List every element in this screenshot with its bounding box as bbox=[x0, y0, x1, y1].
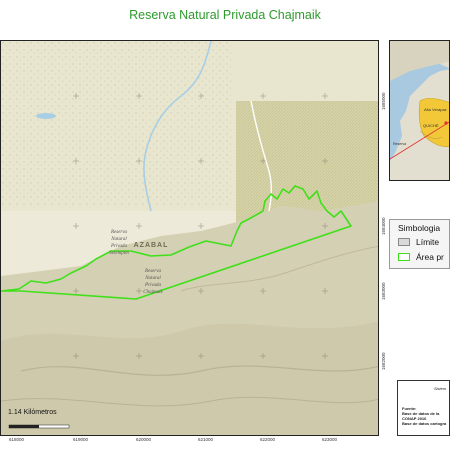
location-marker-icon bbox=[444, 121, 448, 125]
legend-item-label: Área pr bbox=[416, 252, 444, 262]
legend-item: Área pr bbox=[398, 252, 444, 262]
legend-item: Límite bbox=[398, 237, 439, 247]
x-tick-label: 621000 bbox=[198, 437, 214, 442]
scale-bar bbox=[8, 424, 70, 429]
inset-label: QUICHÉ bbox=[423, 123, 439, 128]
label-chajmaik-line: Reserva bbox=[144, 269, 162, 274]
info-source: Fuente: Base de datos de la CONAP 2016 B… bbox=[402, 406, 446, 426]
label-chajmaik-line: Privada bbox=[144, 283, 162, 288]
inset-svg: Alta Verapaz QUICHÉ Reserva bbox=[390, 41, 449, 180]
legend-swatch-area bbox=[398, 253, 410, 261]
main-map[interactable]: Reserva Natural Privada Selempim Reserva… bbox=[0, 40, 379, 436]
label-chajmaik-line: Chajmaik bbox=[143, 290, 163, 295]
legend-title: Simbologia bbox=[398, 223, 441, 233]
inset-label: Alta Verapaz bbox=[424, 107, 447, 112]
x-tick-label: 623000 bbox=[322, 437, 338, 442]
wetland-texture bbox=[1, 41, 231, 206]
y-tick-label: 1683000 bbox=[381, 282, 386, 300]
map-svg: Reserva Natural Privada Selempim Reserva… bbox=[1, 41, 378, 435]
legend-swatch-limit bbox=[398, 238, 410, 246]
inset-marker-label: Reserva bbox=[393, 142, 406, 146]
y-tick-label: 1682000 bbox=[381, 352, 386, 370]
label-azabal: AZABAL bbox=[134, 242, 169, 249]
x-tick-label: 618000 bbox=[9, 437, 25, 442]
x-tick-label: 619000 bbox=[73, 437, 89, 442]
label-chajmaik-line: Natural bbox=[144, 276, 161, 281]
label-selempim-line: Reserva bbox=[110, 230, 128, 235]
y-tick-label: 1684000 bbox=[381, 217, 386, 235]
legend: Simbologia Límite Área pr bbox=[389, 219, 450, 269]
info-heading: Sistem bbox=[434, 386, 447, 391]
label-selempim-line: Privada bbox=[110, 244, 128, 249]
legend-item-label: Límite bbox=[416, 237, 440, 247]
scale-label: 1.14 Kilómetros bbox=[8, 409, 57, 416]
info-box: Sistem Fuente: Base de datos de la CONAP… bbox=[397, 380, 450, 436]
map-title: Reserva Natural Privada Chajmaik bbox=[129, 8, 321, 22]
label-selempim-line: Natural bbox=[110, 237, 127, 242]
label-selempim-line: Selempim bbox=[109, 251, 129, 256]
inset-map[interactable]: Alta Verapaz QUICHÉ Reserva bbox=[389, 40, 450, 181]
y-tick-label: 1685000 bbox=[381, 92, 386, 110]
x-tick-label: 620000 bbox=[136, 437, 152, 442]
x-tick-label: 622000 bbox=[260, 437, 276, 442]
source-line: Base de datos cartogra bbox=[402, 421, 447, 426]
relief-shade bbox=[1, 321, 378, 435]
lake bbox=[36, 113, 56, 119]
